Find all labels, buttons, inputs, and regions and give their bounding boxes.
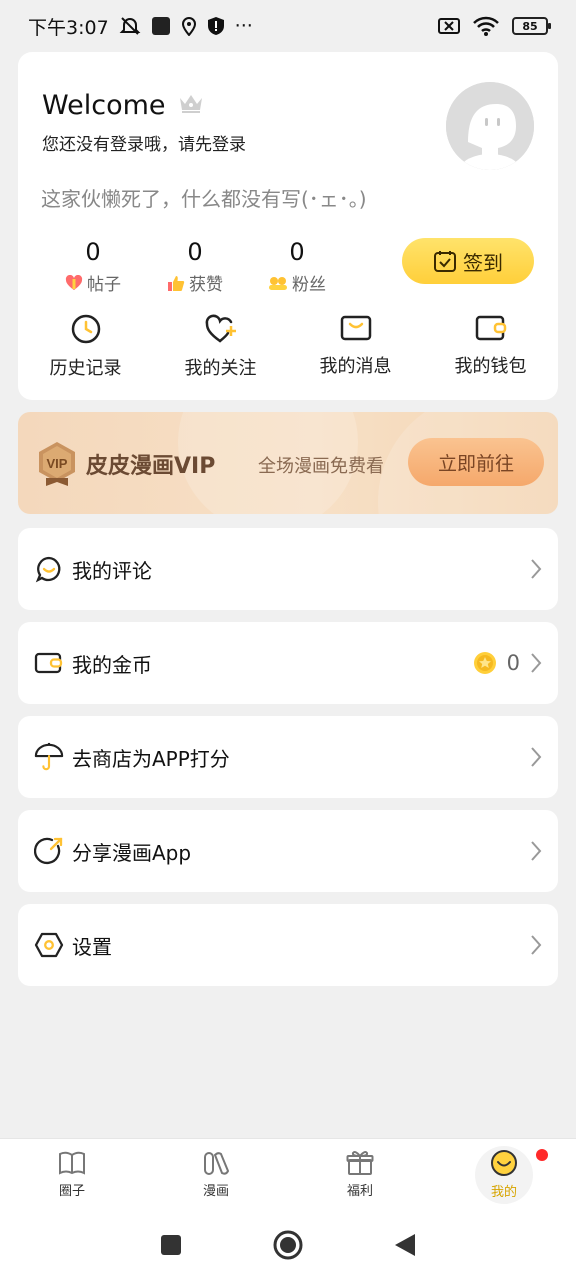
stat-label: 粉丝 <box>292 275 326 295</box>
comment-icon <box>34 555 64 583</box>
notification-dot <box>536 1149 548 1161</box>
recent-apps-icon[interactable] <box>159 1233 183 1257</box>
wallet-icon <box>34 651 64 675</box>
nav-tab-benefits[interactable]: 福利 <box>288 1139 432 1210</box>
menu-row-comments[interactable]: 我的评论 <box>18 528 558 610</box>
gift-icon <box>346 1151 374 1175</box>
vip-badge-text: VIP <box>47 456 68 471</box>
shortcut-label: 历史记录 <box>49 358 122 379</box>
shortcut-label: 我的消息 <box>319 356 392 377</box>
nav-label: 福利 <box>346 1184 373 1199</box>
coins-value: 0 <box>506 651 520 675</box>
clock-icon <box>71 314 100 344</box>
shortcut-history[interactable]: 历史记录 <box>18 314 153 380</box>
calendar-check-icon <box>434 251 456 272</box>
app-notification-icon <box>151 16 171 36</box>
signin-label: 签到 <box>463 252 503 275</box>
stat-label: 获赞 <box>189 275 223 295</box>
welcome-text: Welcome <box>42 90 166 121</box>
profile-card: Welcome 您还没有登录哦，请先登录 这家伙懒死了，什么都没有写(･ェ･。)… <box>18 52 558 400</box>
shield-icon <box>207 16 225 36</box>
vip-banner[interactable]: VIP 皮皮漫画VIP 全场漫画免费看 立即前往 <box>18 412 558 514</box>
shortcut-following[interactable]: 我的关注 <box>153 314 288 380</box>
shortcut-row: 历史记录 我的关注 我的消息 我的钱包 <box>18 314 558 380</box>
shortcut-wallet[interactable]: 我的钱包 <box>423 314 558 380</box>
comic-icon <box>204 1152 230 1175</box>
heart-plus-icon <box>205 314 236 343</box>
chevron-right-icon <box>531 747 542 767</box>
crown-icon <box>178 90 204 121</box>
welcome-header[interactable]: Welcome <box>42 90 204 121</box>
stat-value: 0 <box>289 238 305 266</box>
shortcut-label: 我的关注 <box>184 358 257 379</box>
book-icon <box>59 1151 85 1175</box>
stat-label: 帖子 <box>87 275 121 295</box>
menu-label: 去商店为APP打分 <box>72 746 230 771</box>
shortcut-label: 我的钱包 <box>454 356 527 377</box>
vip-go-button[interactable]: 立即前往 <box>408 438 544 486</box>
menu-label: 我的评论 <box>72 558 152 583</box>
menu-row-coins[interactable]: 我的金币 0 <box>18 622 558 704</box>
fans-icon <box>269 276 287 290</box>
smiley-icon <box>491 1150 517 1176</box>
home-icon[interactable] <box>273 1230 303 1260</box>
more-indicator: ··· <box>234 15 253 37</box>
chevron-right-icon <box>531 935 542 955</box>
nav-label: 圈子 <box>58 1184 85 1199</box>
umbrella-icon <box>34 741 64 773</box>
nav-label: 我的 <box>490 1185 517 1200</box>
coin-icon <box>473 652 496 674</box>
mute-bell-icon <box>119 15 141 37</box>
bottom-nav: 圈子 漫画 福利 我的 <box>0 1138 576 1210</box>
menu-label: 设置 <box>72 934 112 959</box>
nav-label: 漫画 <box>202 1184 229 1199</box>
menu-label: 分享漫画App <box>72 840 192 865</box>
chevron-right-icon <box>531 653 542 673</box>
stats-row: 0 帖子 0 获赞 0 粉丝 <box>42 238 348 295</box>
back-icon[interactable] <box>393 1232 417 1258</box>
signin-button[interactable]: 签到 <box>402 238 534 284</box>
location-icon <box>181 16 197 36</box>
stat-posts[interactable]: 0 帖子 <box>42 238 144 295</box>
vip-badge-icon: VIP <box>36 440 78 490</box>
menu-row-share[interactable]: 分享漫画App <box>18 810 558 892</box>
share-icon <box>34 836 64 866</box>
menu-row-rate-app[interactable]: 去商店为APP打分 <box>18 716 558 798</box>
wifi-icon <box>472 15 500 37</box>
user-bio: 这家伙懒死了，什么都没有写(･ェ･。) <box>41 187 367 211</box>
avatar[interactable] <box>446 82 534 170</box>
status-bar: 下午3:07 ··· 85 <box>0 0 576 52</box>
system-nav-bar <box>0 1210 576 1280</box>
settings-icon <box>34 931 64 959</box>
stat-likes[interactable]: 0 获赞 <box>144 238 246 295</box>
menu-label: 我的金币 <box>72 652 152 677</box>
chevron-right-icon <box>531 841 542 861</box>
menu-row-settings[interactable]: 设置 <box>18 904 558 986</box>
nav-tab-comics[interactable]: 漫画 <box>144 1139 288 1210</box>
nav-tab-circle[interactable]: 圈子 <box>0 1139 144 1210</box>
stat-fans[interactable]: 0 粉丝 <box>246 238 348 295</box>
no-sim-icon <box>438 17 460 35</box>
stat-value: 0 <box>85 238 101 266</box>
login-prompt[interactable]: 您还没有登录哦，请先登录 <box>42 130 246 155</box>
battery-indicator: 85 <box>512 17 551 35</box>
vip-description: 全场漫画免费看 <box>258 456 384 477</box>
heart-icon <box>65 274 83 290</box>
message-icon <box>340 315 371 341</box>
vip-title: 皮皮漫画VIP <box>86 454 216 479</box>
nav-tab-me[interactable]: 我的 <box>432 1139 576 1210</box>
chevron-right-icon <box>531 559 542 579</box>
wallet-icon <box>475 315 506 341</box>
thumbs-up-icon <box>168 275 185 291</box>
shortcut-messages[interactable]: 我的消息 <box>288 314 423 380</box>
stat-value: 0 <box>187 238 203 266</box>
status-time: 下午3:07 <box>28 16 109 39</box>
